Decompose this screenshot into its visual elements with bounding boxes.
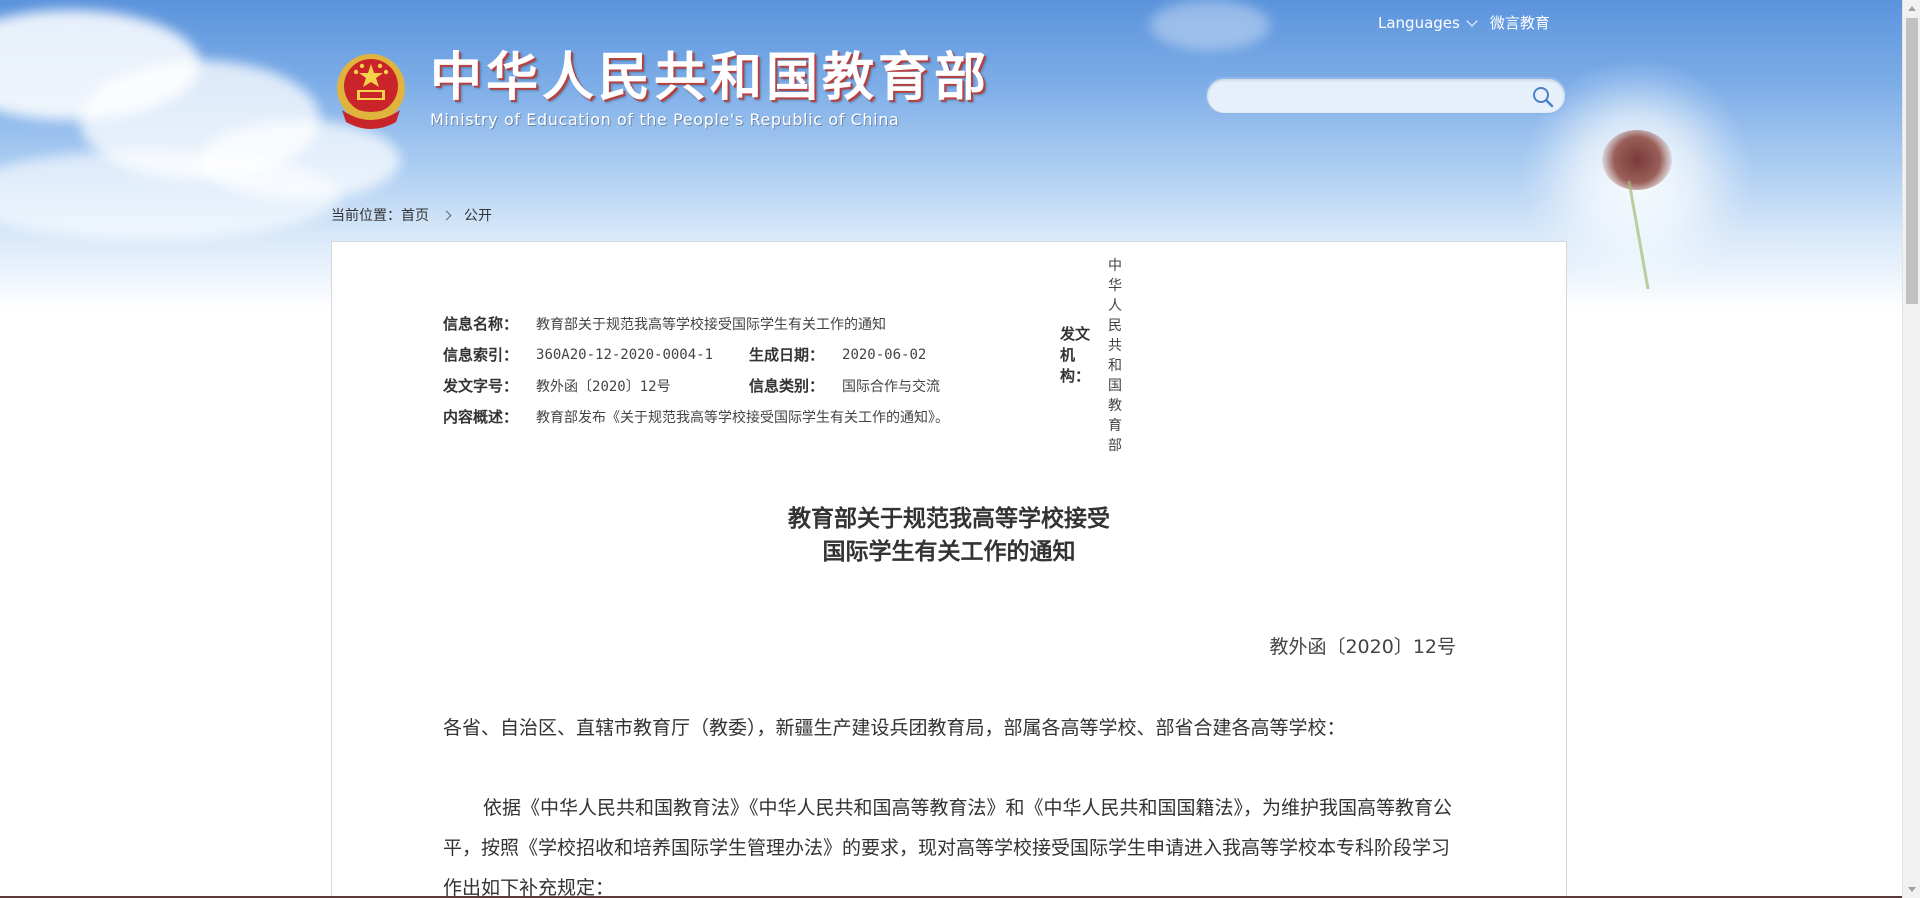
languages-label: Languages [1378,13,1460,32]
article-title: 教育部关于规范我高等学校接受 国际学生有关工作的通知 [331,503,1567,569]
weibo-link[interactable]: 微言教育 [1490,12,1550,33]
scrollbar-thumb[interactable] [1906,18,1918,304]
meta-value: 教育部发布《关于规范我高等学校接受国际学生有关工作的通知》。 [536,409,950,426]
meta-value: 教外函〔2020〕12号 [536,378,671,395]
meta-label: 发文字号： [443,378,519,395]
meta-row-summary: 内容概述： 教育部发布《关于规范我高等学校接受国际学生有关工作的通知》。 [443,401,949,432]
search-icon[interactable] [1531,85,1555,109]
meta-org-group: 发文机构： 中华人民共和国教育部 [1060,258,1122,454]
cloud-decoration [1150,0,1270,50]
salutation-paragraph: 各省、自治区、直辖市教育厅（教委），新疆生产建设兵团教育局，部属各高等学校、部省… [443,717,1346,739]
meta-row-docno: 发文字号： 教外函〔2020〕12号 信息类别： 国际合作与交流 [443,370,949,401]
breadcrumb-prefix: 当前位置： [331,208,401,224]
article-title-line: 国际学生有关工作的通知 [822,539,1076,565]
meta-value: 360A20-12-2020-0004-1 [536,346,714,363]
meta-value: 教育部关于规范我高等学校接受国际学生有关工作的通知 [536,316,887,333]
scroll-down-icon[interactable] [1908,887,1916,892]
search-box [1205,77,1567,115]
scroll-up-icon[interactable] [1908,6,1916,11]
chevron-down-icon [1466,14,1478,27]
site-logo[interactable]: 中华人民共和国教育部 Ministry of Education of the … [332,50,990,132]
meta-label: 发文机构： [1060,326,1091,385]
vertical-scrollbar[interactable] [1902,0,1920,898]
national-emblem-icon [337,54,405,129]
meta-label: 内容概述： [443,409,519,426]
languages-dropdown[interactable]: Languages [1378,12,1478,33]
cloud-decoration [0,150,340,240]
article-title-line: 教育部关于规范我高等学校接受 [788,506,1110,532]
document-number: 教外函〔2020〕12号 [1269,636,1456,658]
meta-category-group: 信息类别： 国际合作与交流 [749,370,940,401]
body-paragraph: 依据《中华人民共和国教育法》《中华人民共和国高等教育法》和《中华人民共和国国籍法… [443,797,1453,898]
top-links: Languages 微言教育 [1378,12,1550,33]
search-input[interactable] [1207,79,1507,113]
meta-row-index: 信息索引： 360A20-12-2020-0004-1 生成日期： 2020-0… [443,258,1122,454]
meta-label: 信息名称： [443,316,519,333]
meta-label: 信息索引： [443,347,519,364]
meta-label: 生成日期： [749,347,825,364]
meta-value: 2020-06-02 [842,346,927,363]
meta-date-group: 生成日期： 2020-06-02 [749,339,926,370]
dandelion-core-decoration [1602,130,1672,190]
site-title-cn: 中华人民共和国教育部 [430,50,991,107]
chevron-right-icon [441,210,452,220]
document-metadata: 信息名称： 教育部关于规范我高等学校接受国际学生有关工作的通知 信息索引： 36… [443,258,1122,454]
meta-label: 信息类别： [749,378,825,395]
breadcrumb: 当前位置： 首页 公开 [331,205,492,225]
meta-value: 中华人民共和国教育部 [1108,257,1122,454]
meta-value: 国际合作与交流 [842,378,941,395]
meta-row-name: 信息名称： 教育部关于规范我高等学校接受国际学生有关工作的通知 [443,308,949,339]
site-title-en: Ministry of Education of the People's Re… [430,110,900,129]
breadcrumb-home-link[interactable]: 首页 [401,205,429,225]
breadcrumb-current-link[interactable]: 公开 [464,205,492,225]
